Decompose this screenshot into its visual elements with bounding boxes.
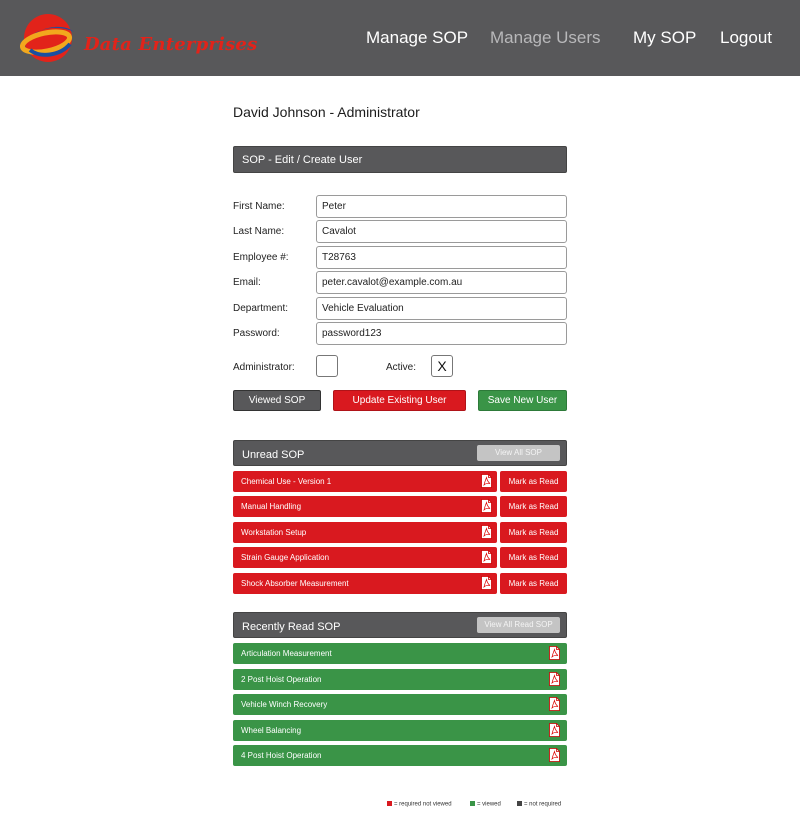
password-field[interactable]: password123: [316, 322, 567, 345]
recent-sop-panel-header: Recently Read SOP View All Read SOP: [233, 612, 567, 638]
recent-sop-item[interactable]: Articulation Measurement: [233, 643, 567, 664]
save-new-user-button[interactable]: Save New User: [478, 390, 567, 411]
recent-sop-item[interactable]: Vehicle Winch Recovery: [233, 694, 567, 715]
last-name-label: Last Name:: [233, 226, 285, 237]
legend-viewed: = viewed: [470, 801, 501, 808]
sop-title: 2 Post Hoist Operation: [241, 675, 322, 684]
sop-title: Workstation Setup: [241, 528, 307, 537]
view-all-sop-button[interactable]: View All SOP: [477, 445, 560, 461]
top-navigation-bar: Data Enterprises Manage SOP Manage Users…: [0, 0, 800, 76]
unread-sop-panel-header: Unread SOP View All SOP: [233, 440, 567, 466]
email-field[interactable]: peter.cavalot@example.com.au: [316, 271, 567, 294]
email-label: Email:: [233, 277, 261, 288]
legend-required-not-viewed: = required not viewed: [387, 801, 452, 808]
pdf-icon[interactable]: [549, 723, 560, 737]
mark-as-read-button[interactable]: Mark as Read: [500, 496, 567, 517]
mark-as-read-button[interactable]: Mark as Read: [500, 522, 567, 543]
sop-title: Chemical Use - Version 1: [241, 477, 332, 486]
edit-user-heading: SOP - Edit / Create User: [242, 154, 363, 166]
legend-label: = viewed: [477, 801, 501, 808]
unread-sop-item[interactable]: Strain Gauge Application: [233, 547, 497, 568]
administrator-label: Administrator:: [233, 362, 295, 373]
pdf-icon[interactable]: [481, 474, 492, 488]
form-row-email: Email: peter.cavalot@example.com.au: [233, 271, 567, 294]
password-label: Password:: [233, 328, 280, 339]
legend-label: = required not viewed: [394, 801, 452, 808]
first-name-label: First Name:: [233, 201, 285, 212]
recent-sop-item[interactable]: 2 Post Hoist Operation: [233, 669, 567, 690]
unread-sop-heading: Unread SOP: [242, 449, 305, 461]
sop-title: Shock Absorber Measurement: [241, 579, 349, 588]
red-swatch: [387, 801, 392, 806]
unread-sop-item[interactable]: Workstation Setup: [233, 522, 497, 543]
first-name-field[interactable]: Peter: [316, 195, 567, 218]
nav-manage-users[interactable]: Manage Users: [490, 28, 601, 48]
page-title: David Johnson - Administrator: [233, 104, 420, 120]
sop-title: Strain Gauge Application: [241, 553, 330, 562]
legend-label: = not required: [524, 801, 562, 808]
legend-not-required: = not required: [517, 801, 561, 808]
recent-sop-heading: Recently Read SOP: [242, 621, 341, 633]
sop-title: Articulation Measurement: [241, 649, 332, 658]
sop-title: Vehicle Winch Recovery: [241, 700, 328, 709]
form-row-first-name: First Name: Peter: [233, 195, 567, 218]
last-name-field[interactable]: Cavalot: [316, 220, 567, 243]
pdf-icon[interactable]: [549, 672, 560, 686]
pdf-icon[interactable]: [549, 646, 560, 660]
unread-sop-item[interactable]: Shock Absorber Measurement: [233, 573, 497, 594]
form-row-employee-number: Employee #: T28763: [233, 246, 567, 269]
pdf-icon[interactable]: [481, 576, 492, 590]
recent-sop-item[interactable]: 4 Post Hoist Operation: [233, 745, 567, 766]
company-logo-icon: [20, 14, 74, 62]
form-row-department: Department: Vehicle Evaluation: [233, 297, 567, 320]
administrator-checkbox[interactable]: [316, 355, 338, 377]
sop-title: 4 Post Hoist Operation: [241, 751, 322, 760]
nav-logout[interactable]: Logout: [720, 28, 772, 48]
department-field[interactable]: Vehicle Evaluation: [316, 297, 567, 320]
active-checkbox[interactable]: X: [431, 355, 453, 377]
recent-sop-item[interactable]: Wheel Balancing: [233, 720, 567, 741]
update-existing-user-button[interactable]: Update Existing User: [333, 390, 466, 411]
mark-as-read-button[interactable]: Mark as Read: [500, 471, 567, 492]
nav-my-sop[interactable]: My SOP: [633, 28, 696, 48]
pdf-icon[interactable]: [481, 499, 492, 513]
unread-sop-item[interactable]: Chemical Use - Version 1: [233, 471, 497, 492]
sop-title: Manual Handling: [241, 502, 302, 511]
edit-user-panel-header: SOP - Edit / Create User: [233, 146, 567, 173]
mark-as-read-button[interactable]: Mark as Read: [500, 573, 567, 594]
view-all-read-sop-button[interactable]: View All Read SOP: [477, 617, 560, 633]
gray-swatch: [517, 801, 522, 806]
green-swatch: [470, 801, 475, 806]
sop-title: Wheel Balancing: [241, 726, 302, 735]
brand-name: Data Enterprises: [84, 34, 258, 55]
form-row-last-name: Last Name: Cavalot: [233, 220, 567, 243]
mark-as-read-button[interactable]: Mark as Read: [500, 547, 567, 568]
pdf-icon[interactable]: [549, 748, 560, 762]
unread-sop-item[interactable]: Manual Handling: [233, 496, 497, 517]
employee-number-field[interactable]: T28763: [316, 246, 567, 269]
viewed-sop-button[interactable]: Viewed SOP: [233, 390, 321, 411]
form-row-password: Password: password123: [233, 322, 567, 345]
pdf-icon[interactable]: [481, 550, 492, 564]
pdf-icon[interactable]: [549, 697, 560, 711]
employee-number-label: Employee #:: [233, 252, 289, 263]
nav-manage-sop[interactable]: Manage SOP: [366, 28, 468, 48]
department-label: Department:: [233, 303, 289, 314]
active-label: Active:: [386, 362, 417, 373]
pdf-icon[interactable]: [481, 525, 492, 539]
